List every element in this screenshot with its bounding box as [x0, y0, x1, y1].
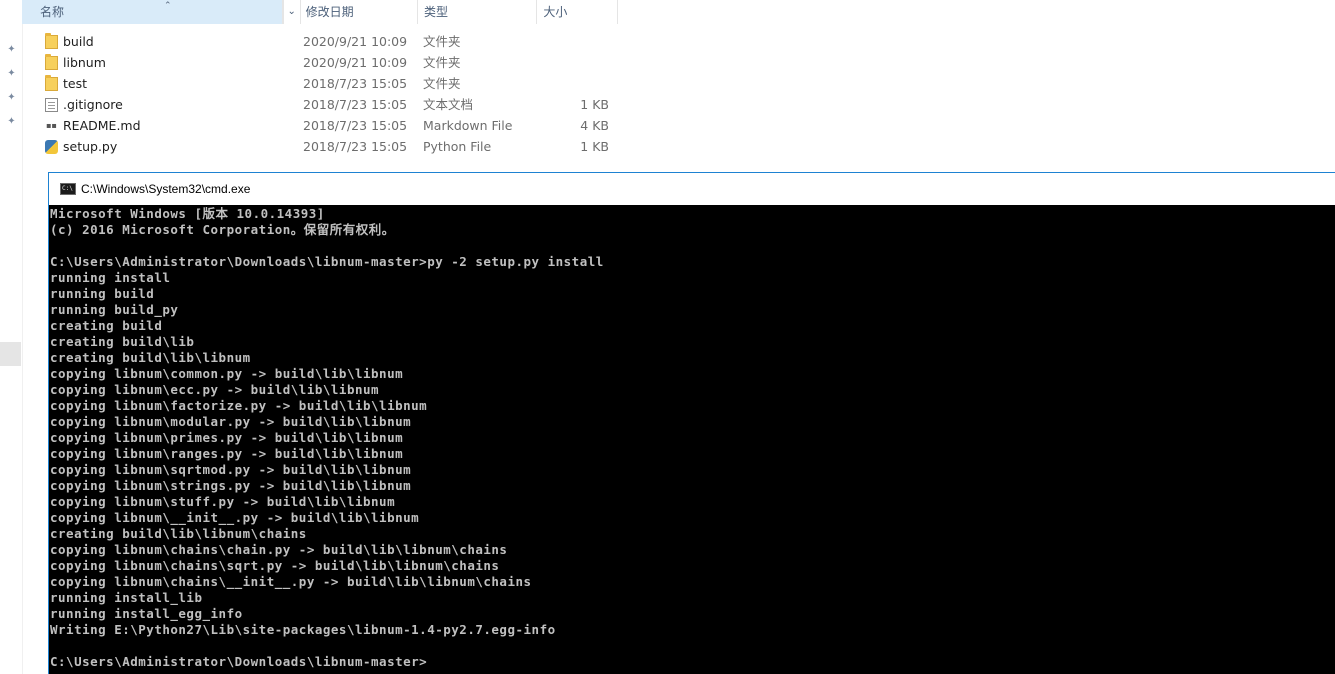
file-size: 1 KB — [580, 97, 609, 112]
file-date: 2018/7/23 15:05 — [303, 97, 408, 112]
file-type: 文本文档 — [423, 97, 474, 112]
console-line: copying libnum\ecc.py -> build\lib\libnu… — [50, 382, 380, 397]
sort-caret-icon: ⌃ — [164, 1, 172, 11]
file-name: test — [63, 76, 88, 91]
column-header-date-label: 修改日期 — [305, 5, 354, 19]
column-header-size[interactable]: 大小 — [537, 0, 618, 24]
console-line: Writing E:\Python27\Lib\site-packages\li… — [50, 622, 556, 637]
column-header-name[interactable]: 名称 ⌃ — [22, 0, 283, 24]
console-line: creating build\lib\libnum\chains — [50, 526, 307, 541]
console-line: C:\Users\Administrator\Downloads\libnum-… — [50, 254, 604, 269]
console-line: copying libnum\chains\sqrt.py -> build\l… — [50, 558, 500, 573]
console-line: copying libnum\chains\__init__.py -> bui… — [50, 574, 532, 589]
nav-item-selected[interactable] — [0, 342, 21, 366]
python-file-icon — [45, 140, 58, 154]
cmd-window[interactable]: C:\ C:\Windows\System32\cmd.exe Microsof… — [48, 172, 1335, 674]
column-header-size-label: 大小 — [543, 5, 568, 19]
file-name: .gitignore — [63, 97, 123, 112]
folder-icon — [45, 33, 58, 49]
file-name: setup.py — [63, 139, 118, 154]
console-line: copying libnum\sqrtmod.py -> build\lib\l… — [50, 462, 412, 477]
folder-icon — [45, 75, 58, 91]
console-line: copying libnum\factorize.py -> build\lib… — [50, 398, 428, 413]
file-type: Python File — [423, 139, 492, 154]
file-type: 文件夹 — [423, 76, 461, 91]
pin-icon[interactable]: ✦ — [6, 92, 17, 103]
console-line: (c) 2016 Microsoft Corporation。保留所有权利。 — [50, 222, 395, 237]
file-row[interactable]: ▪▪ README.md 2018/7/23 15:05 Markdown Fi… — [22, 115, 622, 136]
cmd-titlebar[interactable]: C:\ C:\Windows\System32\cmd.exe — [49, 173, 1335, 205]
cmd-title: C:\Windows\System32\cmd.exe — [81, 182, 251, 196]
console-line: creating build\lib — [50, 334, 195, 349]
column-header-name-label: 名称 — [40, 5, 65, 19]
file-row[interactable]: test 2018/7/23 15:05 文件夹 — [22, 73, 622, 94]
file-date: 2018/7/23 15:05 — [303, 76, 408, 91]
console-line: running install_lib — [50, 590, 203, 605]
file-date: 2018/7/23 15:05 — [303, 139, 408, 154]
console-line: running build_py — [50, 302, 179, 317]
file-row[interactable]: libnum 2020/9/21 10:09 文件夹 — [22, 52, 622, 73]
console-line: creating build — [50, 318, 163, 333]
text-file-icon — [45, 98, 58, 112]
file-name: libnum — [63, 55, 106, 70]
console-line: Microsoft Windows [版本 10.0.14393] — [50, 206, 325, 221]
file-date: 2020/9/21 10:09 — [303, 55, 408, 70]
console-line: running install — [50, 270, 171, 285]
console-line: copying libnum\primes.py -> build\lib\li… — [50, 430, 404, 445]
navigation-pane: ✦ ✦ ✦ ✦ — [0, 0, 23, 674]
file-type: Markdown File — [423, 118, 513, 133]
markdown-file-icon: ▪▪ — [46, 121, 57, 130]
pin-icon[interactable]: ✦ — [6, 68, 17, 79]
file-row[interactable]: setup.py 2018/7/23 15:05 Python File 1 K… — [22, 136, 622, 157]
file-type: 文件夹 — [423, 34, 461, 49]
folder-icon — [45, 54, 58, 70]
column-dropdown-icon[interactable]: ⌄ — [282, 0, 301, 24]
console-line: copying libnum\stuff.py -> build\lib\lib… — [50, 494, 396, 509]
pin-icon[interactable]: ✦ — [6, 44, 17, 55]
pin-icon[interactable]: ✦ — [6, 116, 17, 127]
file-row[interactable]: build 2020/9/21 10:09 文件夹 — [22, 31, 622, 52]
column-header-type-label: 类型 — [423, 5, 448, 19]
console-line: copying libnum\ranges.py -> build\lib\li… — [50, 446, 404, 461]
console-line: running build — [50, 286, 155, 301]
file-row[interactable]: .gitignore 2018/7/23 15:05 文本文档 1 KB — [22, 94, 622, 115]
console-line: copying libnum\modular.py -> build\lib\l… — [50, 414, 412, 429]
column-header: 名称 ⌃ ⌄ 修改日期 类型 大小 — [22, 0, 618, 24]
console-line: C:\Users\Administrator\Downloads\libnum-… — [50, 654, 428, 669]
console-line: copying libnum\strings.py -> build\lib\l… — [50, 478, 412, 493]
console-line: creating build\lib\libnum — [50, 350, 251, 365]
column-header-date[interactable]: 修改日期 — [301, 0, 418, 24]
console-line: copying libnum\__init__.py -> build\lib\… — [50, 510, 420, 525]
file-name: build — [63, 34, 94, 49]
console-line: copying libnum\chains\chain.py -> build\… — [50, 542, 508, 557]
file-size: 4 KB — [580, 118, 609, 133]
file-type: 文件夹 — [423, 55, 461, 70]
console-line: copying libnum\common.py -> build\lib\li… — [50, 366, 404, 381]
file-date: 2018/7/23 15:05 — [303, 118, 408, 133]
console-line: running install_egg_info — [50, 606, 243, 621]
column-header-type[interactable]: 类型 — [418, 0, 538, 24]
console-lines: Microsoft Windows [版本 10.0.14393] (c) 201… — [50, 206, 604, 670]
console-output[interactable]: Microsoft Windows [版本 10.0.14393] (c) 201… — [49, 205, 1335, 674]
file-name: README.md — [63, 118, 141, 133]
file-size: 1 KB — [580, 139, 609, 154]
cmd-app-icon[interactable]: C:\ — [60, 183, 76, 195]
file-date: 2020/9/21 10:09 — [303, 34, 408, 49]
